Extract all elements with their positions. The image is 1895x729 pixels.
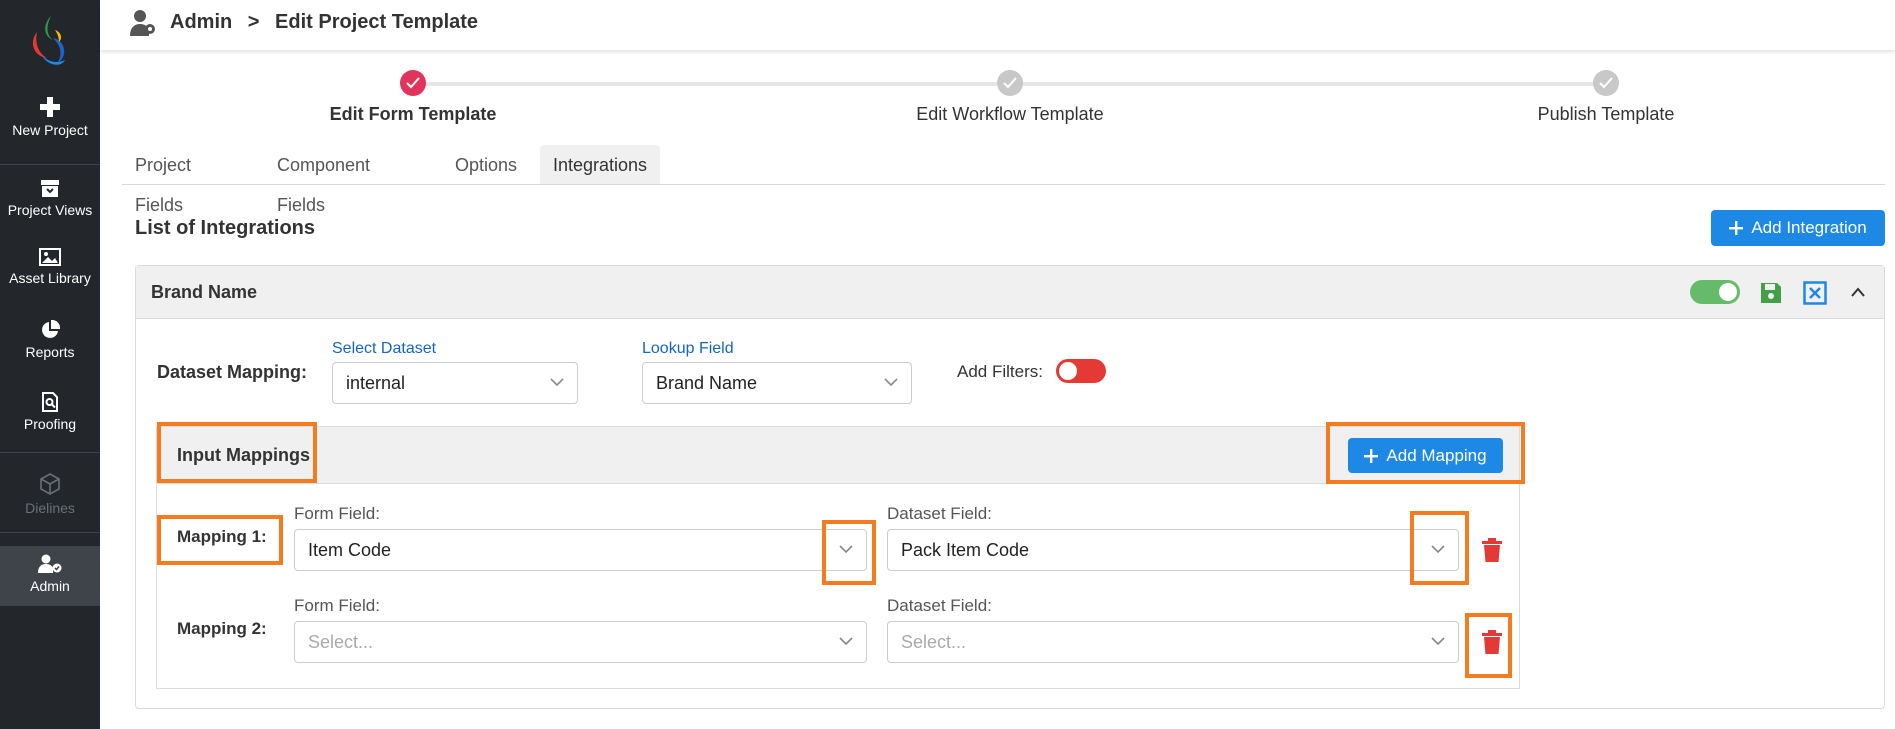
mapping-1-form-field-label: Form Field: — [294, 504, 380, 523]
mapping-2-label: Mapping 2: — [177, 619, 267, 638]
archive-icon — [41, 180, 59, 197]
mapping-2-dataset-field-placeholder: Select... — [901, 632, 967, 652]
sidebar: New Project Project Views Asset Library … — [0, 0, 100, 729]
sidebar-item-label: Project Views — [7, 202, 93, 218]
lookup-field-value: Brand Name — [656, 373, 758, 393]
lookup-field-dropdown[interactable]: Brand Name — [642, 362, 912, 404]
mapping-2-form-field-label: Form Field: — [294, 596, 380, 615]
select-dataset-dropdown[interactable]: internal — [332, 362, 578, 404]
chevron-down-icon[interactable] — [838, 544, 854, 554]
tab-project-fields[interactable]: Project Fields — [122, 145, 204, 215]
mapping-1-label: Mapping 1: — [177, 527, 267, 546]
chevron-down-icon — [550, 378, 564, 387]
proof-search-icon — [42, 392, 58, 412]
pie-chart-icon — [42, 320, 60, 338]
input-mappings-panel: Input Mappings Add Mapping Mapping 1: Fo… — [156, 426, 1520, 689]
add-integration-label: Add Integration — [1751, 218, 1867, 237]
integration-card-header[interactable]: Brand Name — [136, 266, 1884, 319]
breadcrumb: Admin > Edit Project Template — [170, 11, 488, 34]
breadcrumb-root[interactable]: Admin — [170, 11, 232, 33]
sidebar-item-label: Asset Library — [9, 270, 91, 286]
image-icon — [39, 248, 61, 266]
step-label-publish-template[interactable]: Publish Template — [1456, 104, 1756, 125]
admin-user-icon — [130, 10, 155, 36]
sidebar-item-label: Admin — [30, 578, 70, 594]
chevron-down-icon[interactable] — [838, 636, 854, 646]
sidebar-item-project-views[interactable]: Project Views — [0, 178, 100, 218]
chevron-down-icon[interactable] — [1430, 636, 1446, 646]
select-dataset-value: internal — [346, 373, 406, 393]
integration-enabled-toggle[interactable] — [1690, 280, 1740, 304]
add-filters-label: Add Filters: — [957, 362, 1043, 381]
step-3-pending-icon[interactable] — [1593, 70, 1619, 96]
tabs-divider — [122, 184, 1885, 185]
input-mappings-header: Input Mappings Add Mapping — [157, 427, 1519, 484]
sidebar-item-reports[interactable]: Reports — [0, 320, 100, 360]
sidebar-divider — [0, 164, 100, 165]
mapping-1-form-field-value: Item Code — [308, 540, 392, 560]
close-icon[interactable] — [1803, 281, 1827, 305]
mapping-1-form-field-dropdown[interactable]: Item Code — [294, 529, 867, 571]
section-title: List of Integrations — [135, 217, 315, 239]
mapping-2-form-field-dropdown[interactable]: Select... — [294, 621, 867, 663]
sidebar-divider — [0, 452, 100, 453]
cube-icon — [40, 473, 60, 495]
sidebar-item-asset-library[interactable]: Asset Library — [0, 248, 100, 286]
top-bar: Admin > Edit Project Template — [100, 0, 1895, 50]
chevron-up-icon[interactable] — [1850, 286, 1866, 298]
step-label-edit-workflow-template[interactable]: Edit Workflow Template — [860, 104, 1160, 125]
add-filters-toggle[interactable] — [1056, 359, 1106, 383]
mapping-2-form-field-placeholder: Select... — [308, 632, 374, 652]
lookup-field-label: Lookup Field — [642, 340, 734, 357]
sidebar-divider — [0, 532, 100, 533]
sidebar-item-label: Dielines — [25, 500, 75, 516]
mapping-2-dataset-field-label: Dataset Field: — [887, 596, 992, 615]
mapping-1-dataset-field-dropdown[interactable]: Pack Item Code — [887, 529, 1459, 571]
plus-icon — [1364, 448, 1379, 463]
tab-integrations[interactable]: Integrations — [540, 145, 661, 185]
tab-options[interactable]: Options — [442, 145, 530, 185]
tab-component-fields[interactable]: Component Fields — [264, 145, 383, 215]
sidebar-item-new-project[interactable]: New Project — [0, 96, 100, 138]
mapping-2-delete-icon[interactable] — [1482, 630, 1502, 654]
step-2-pending-icon[interactable] — [997, 70, 1023, 96]
add-integration-button[interactable]: Add Integration — [1711, 210, 1885, 246]
admin-user-icon — [38, 554, 62, 573]
sidebar-item-admin[interactable]: Admin — [0, 546, 100, 606]
plus-icon — [40, 97, 60, 117]
step-label-edit-form-template[interactable]: Edit Form Template — [263, 104, 563, 125]
mapping-1-dataset-field-value: Pack Item Code — [901, 540, 1030, 560]
add-mapping-button[interactable]: Add Mapping — [1348, 438, 1503, 473]
sidebar-item-label: Proofing — [23, 416, 77, 432]
select-dataset-label: Select Dataset — [332, 340, 437, 357]
sidebar-item-label: New Project — [12, 122, 88, 138]
integration-name: Brand Name — [151, 282, 258, 302]
integration-card: Brand Name Dataset Mapping: Select Datas… — [135, 265, 1885, 709]
step-1-done-icon[interactable] — [400, 70, 426, 96]
sidebar-item-label: Reports — [25, 344, 75, 360]
save-icon[interactable] — [1759, 281, 1783, 305]
breadcrumb-separator: > — [247, 11, 260, 33]
input-mappings-title: Input Mappings — [177, 445, 310, 465]
sidebar-item-proofing[interactable]: Proofing — [0, 392, 100, 432]
chevron-down-icon[interactable] — [1430, 544, 1446, 554]
mapping-1-dataset-field-label: Dataset Field: — [887, 504, 992, 523]
mapping-1-delete-icon[interactable] — [1482, 538, 1502, 562]
plus-icon — [1729, 221, 1744, 235]
page-title: Edit Project Template — [275, 11, 479, 33]
dataset-mapping-label: Dataset Mapping: — [157, 362, 308, 382]
app-logo[interactable] — [25, 10, 75, 70]
chevron-down-icon — [884, 378, 898, 387]
sidebar-item-dielines: Dielines — [0, 472, 100, 516]
add-mapping-label: Add Mapping — [1386, 445, 1487, 465]
mapping-2-dataset-field-dropdown[interactable]: Select... — [887, 621, 1459, 663]
